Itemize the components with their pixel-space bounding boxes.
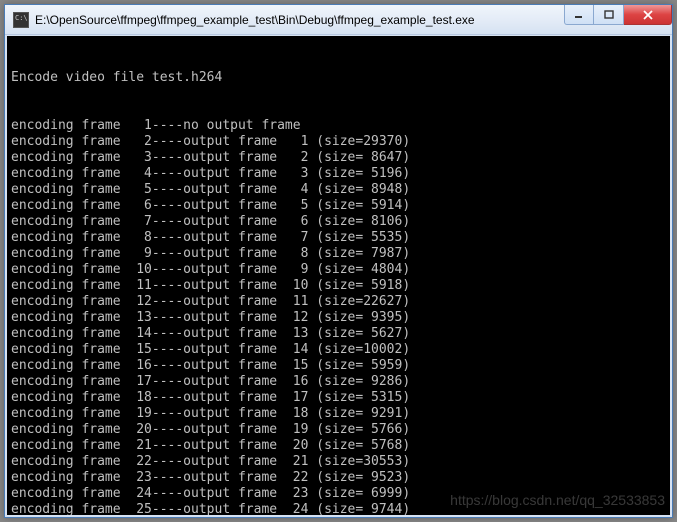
console-line: encoding frame 2----output frame 1 (size… (11, 134, 666, 150)
console-line: encoding frame 3----output frame 2 (size… (11, 150, 666, 166)
maximize-icon (604, 10, 614, 20)
console-line: encoding frame 19----output frame 18 (si… (11, 406, 666, 422)
console-line: encoding frame 1----no output frame (11, 118, 666, 134)
console-line: encoding frame 9----output frame 8 (size… (11, 246, 666, 262)
console-line: encoding frame 11----output frame 10 (si… (11, 278, 666, 294)
console-line: encoding frame 18----output frame 17 (si… (11, 390, 666, 406)
console-lines: encoding frame 1----no output frameencod… (11, 118, 666, 517)
console-line: encoding frame 7----output frame 6 (size… (11, 214, 666, 230)
console-line: encoding frame 17----output frame 16 (si… (11, 374, 666, 390)
console-line: encoding frame 16----output frame 15 (si… (11, 358, 666, 374)
console-line: encoding frame 10----output frame 9 (siz… (11, 262, 666, 278)
console-line: encoding frame 12----output frame 11 (si… (11, 294, 666, 310)
console-line: encoding frame 25----output frame 24 (si… (11, 502, 666, 517)
console-window: E:\OpenSource\ffmpeg\ffmpeg_example_test… (4, 4, 673, 518)
console-line: encoding frame 22----output frame 21 (si… (11, 454, 666, 470)
console-line: encoding frame 20----output frame 19 (si… (11, 422, 666, 438)
console-line: encoding frame 5----output frame 4 (size… (11, 182, 666, 198)
console-line: encoding frame 4----output frame 3 (size… (11, 166, 666, 182)
window-controls (564, 5, 672, 27)
app-icon (13, 12, 29, 28)
console-line: encoding frame 21----output frame 20 (si… (11, 438, 666, 454)
console-line: encoding frame 8----output frame 7 (size… (11, 230, 666, 246)
minimize-button[interactable] (564, 5, 594, 25)
console-output[interactable]: Encode video file test.h264 encoding fra… (5, 35, 672, 517)
titlebar[interactable]: E:\OpenSource\ffmpeg\ffmpeg_example_test… (5, 5, 672, 35)
close-button[interactable] (624, 5, 672, 25)
console-line: encoding frame 13----output frame 12 (si… (11, 310, 666, 326)
console-line: encoding frame 6----output frame 5 (size… (11, 198, 666, 214)
console-line: encoding frame 15----output frame 14 (si… (11, 342, 666, 358)
console-line: encoding frame 24----output frame 23 (si… (11, 486, 666, 502)
console-header: Encode video file test.h264 (11, 70, 666, 86)
console-line: encoding frame 23----output frame 22 (si… (11, 470, 666, 486)
console-line: encoding frame 14----output frame 13 (si… (11, 326, 666, 342)
close-icon (642, 10, 654, 20)
window-title: E:\OpenSource\ffmpeg\ffmpeg_example_test… (35, 13, 564, 27)
maximize-button[interactable] (594, 5, 624, 25)
minimize-icon (574, 10, 584, 20)
